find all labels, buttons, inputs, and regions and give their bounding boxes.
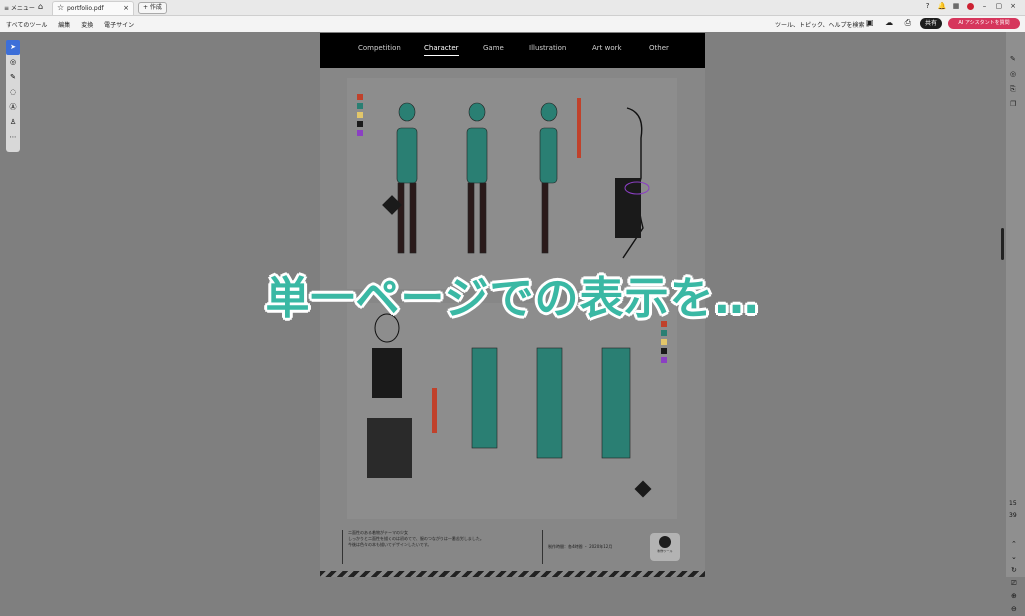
text-tool-icon[interactable]: Ⓐ bbox=[6, 100, 20, 115]
tool-logo: 制作ツール bbox=[650, 533, 680, 561]
logo-label: 制作ツール bbox=[657, 549, 673, 553]
close-window-icon[interactable]: × bbox=[1007, 2, 1019, 10]
bell-icon[interactable]: 🔔 bbox=[936, 2, 948, 10]
next-page-icon[interactable]: ⌄ bbox=[1011, 551, 1017, 564]
menu-button[interactable]: ≡ メニュー bbox=[4, 3, 35, 12]
fit-page-icon[interactable]: ⎚ bbox=[1011, 577, 1017, 590]
caption-text: 二面性のある着物がテーマの少女 しっかりと二面性を描くのは初めてで、服のつながり… bbox=[342, 530, 532, 564]
window-controls: ? 🔔 ▦ – ▢ × bbox=[922, 2, 1019, 10]
current-page: 15 bbox=[1009, 500, 1017, 507]
pages-icon[interactable]: ❐ bbox=[1010, 97, 1016, 112]
star-icon[interactable]: ☆ bbox=[57, 3, 64, 12]
avatar[interactable] bbox=[964, 2, 976, 10]
character-illustration bbox=[382, 98, 650, 259]
character-sheet-2 bbox=[347, 303, 677, 519]
close-icon[interactable]: × bbox=[123, 4, 129, 12]
tool-palette: ➤ ◎ ✎ ◌ Ⓐ ♙ ⋯ bbox=[6, 40, 20, 152]
credit-text: 制作時間：各4時間 ・ 2020年12月 bbox=[542, 530, 642, 564]
caption-area: 二面性のある着物がテーマの少女 しっかりと二面性を描くのは初めてで、服のつながり… bbox=[342, 530, 683, 564]
ai-assistant-button[interactable]: AI アシスタントを質問 bbox=[948, 18, 1020, 29]
title-bar: ≡ メニュー ⌂ ☆ portfolio.pdf × + 作成 ? 🔔 ▦ – … bbox=[0, 0, 1025, 16]
home-icon[interactable]: ⌂ bbox=[38, 2, 43, 11]
help-icon[interactable]: ? bbox=[922, 2, 934, 10]
menu-edit[interactable]: 編集 bbox=[58, 22, 70, 29]
share-button[interactable]: 共有 bbox=[920, 18, 942, 29]
nav-other: Other bbox=[649, 44, 669, 52]
more-tools-icon[interactable]: ⋯ bbox=[6, 130, 20, 145]
menu-convert[interactable]: 変換 bbox=[81, 22, 93, 29]
save-icon[interactable]: ▣ bbox=[866, 18, 874, 27]
character-sheet-1 bbox=[347, 78, 677, 289]
logo-icon bbox=[659, 536, 671, 548]
apps-grid-icon[interactable]: ▦ bbox=[950, 2, 962, 10]
lasso-tool-icon[interactable]: ◌ bbox=[6, 85, 20, 100]
overlay-caption: 単一ページでの表示を… bbox=[265, 273, 760, 324]
bookmark-icon[interactable]: ⎘ bbox=[1010, 82, 1016, 97]
total-pages: 39 bbox=[1009, 512, 1017, 519]
rotate-icon[interactable]: ↻ bbox=[1011, 564, 1017, 577]
nav-game: Game bbox=[483, 44, 504, 52]
comment-panel-icon[interactable]: ◎ bbox=[1010, 67, 1016, 82]
zoom-in-icon[interactable]: ⊕ bbox=[1011, 590, 1017, 603]
new-tab-button[interactable]: + 作成 bbox=[138, 2, 167, 14]
upload-icon[interactable]: ☁ bbox=[885, 18, 893, 27]
edit-panel-icon[interactable]: ✎ bbox=[1010, 52, 1016, 67]
prev-page-icon[interactable]: ⌃ bbox=[1011, 538, 1017, 551]
zoom-out-icon[interactable]: ⊖ bbox=[1011, 603, 1017, 616]
search-placeholder: ツール、トピック、ヘルプを検索 bbox=[775, 22, 865, 29]
character-illustration-2 bbox=[367, 313, 652, 498]
print-icon[interactable]: ⎙ bbox=[905, 18, 911, 27]
search-input[interactable]: ツール、トピック、ヘルプを検索 ⌕ bbox=[775, 20, 870, 30]
maximize-icon[interactable]: ▢ bbox=[993, 2, 1005, 10]
nav-character: Character bbox=[424, 44, 459, 56]
vertical-scrollbar[interactable] bbox=[1001, 228, 1004, 260]
pen-tool-icon[interactable]: ✎ bbox=[6, 70, 20, 85]
stamp-tool-icon[interactable]: ♙ bbox=[6, 115, 20, 130]
nav-artwork: Art work bbox=[592, 44, 622, 52]
menu-bar: すべてのツール 編集 変換 電子サイン ツール、トピック、ヘルプを検索 ⌕ ▣ … bbox=[0, 16, 1025, 32]
hazard-stripes bbox=[320, 571, 705, 577]
menu-esign[interactable]: 電子サイン bbox=[104, 22, 134, 29]
nav-competition: Competition bbox=[358, 44, 401, 52]
caption-line-3: 今後は色々の本も描いてデザインしたいです。 bbox=[348, 542, 432, 547]
comment-tool-icon[interactable]: ◎ bbox=[6, 55, 20, 70]
portfolio-nav: Competition Character Game Illustration … bbox=[320, 33, 705, 68]
tab-label: portfolio.pdf bbox=[67, 5, 104, 12]
minimize-icon[interactable]: – bbox=[979, 2, 991, 10]
color-swatches-2 bbox=[661, 321, 667, 366]
nav-illustration: Illustration bbox=[529, 44, 567, 52]
select-tool-icon[interactable]: ➤ bbox=[6, 40, 20, 55]
tab-portfolio[interactable]: ☆ portfolio.pdf × bbox=[52, 1, 134, 15]
menu-all-tools[interactable]: すべてのツール bbox=[6, 22, 47, 29]
color-swatches bbox=[357, 94, 363, 139]
